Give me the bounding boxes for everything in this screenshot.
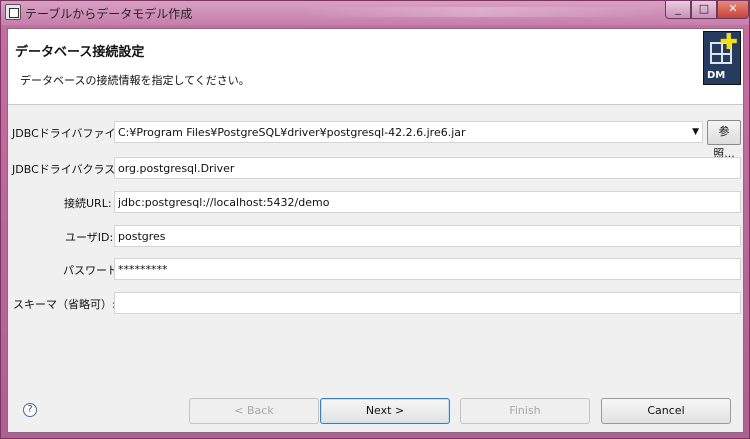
password-label: パスワード: [63, 264, 122, 277]
user-id-row: ユーザID: [8, 225, 743, 249]
wizard-header: データベース接続設定 データベースの接続情報を指定してください。 ✚ DM [8, 29, 743, 105]
schema-label: スキーマ（省略可）: [13, 298, 116, 311]
connection-url-label: 接続URL: [64, 197, 112, 210]
connection-url-input[interactable] [114, 191, 741, 213]
schema-row: スキーマ（省略可）: [8, 292, 743, 316]
browse-button[interactable]: 参照... [707, 120, 741, 160]
data-model-icon-label: DM [707, 70, 726, 81]
help-icon[interactable]: ? [23, 403, 37, 417]
user-id-label: ユーザID: [65, 231, 114, 244]
jdbc-driver-class-label: JDBCドライバクラス名: [12, 163, 131, 176]
back-button[interactable]: < Back [189, 398, 319, 424]
jdbc-driver-file-combo[interactable]: C:¥Program Files¥PostgreSQL¥driver¥postg… [114, 121, 703, 143]
dropdown-arrow-icon[interactable]: ▼ [692, 127, 699, 137]
dialog-window: テーブルからデータモデル作成 _ □ ✕ データベース接続設定 データベースの接… [0, 0, 750, 439]
app-icon [5, 4, 21, 20]
jdbc-driver-class-row: JDBCドライバクラス名: [8, 157, 743, 181]
window-title: テーブルからデータモデル作成 [25, 7, 193, 21]
schema-input[interactable] [114, 292, 741, 314]
cancel-button[interactable]: Cancel [601, 398, 731, 424]
password-row: パスワード: [8, 258, 743, 282]
finish-button[interactable]: Finish [460, 398, 590, 424]
page-description: データベースの接続情報を指定してください。 [20, 74, 250, 87]
data-model-icon: ✚ DM [703, 31, 741, 85]
user-id-input[interactable] [114, 225, 741, 247]
jdbc-driver-file-row: JDBCドライバファイル: C:¥Program Files¥PostgreSQ… [8, 120, 743, 160]
plus-icon: ✚ [719, 30, 738, 55]
jdbc-driver-class-input[interactable] [114, 157, 741, 179]
dialog-client-area: データベース接続設定 データベースの接続情報を指定してください。 ✚ DM JD… [7, 28, 744, 433]
minimize-button[interactable]: _ [665, 1, 691, 19]
next-button[interactable]: Next > [320, 398, 450, 424]
maximize-button[interactable]: □ [691, 1, 717, 19]
jdbc-driver-file-value: C:¥Program Files¥PostgreSQL¥driver¥postg… [118, 126, 466, 139]
close-button[interactable]: ✕ [717, 1, 749, 19]
page-title: データベース接続設定 [15, 45, 145, 60]
connection-url-row: 接続URL: [8, 191, 743, 215]
title-bar[interactable]: テーブルからデータモデル作成 _ □ ✕ [1, 1, 749, 25]
jdbc-driver-file-label: JDBCドライバファイル: [12, 127, 131, 140]
title-bar-background [301, 7, 661, 17]
password-input[interactable] [114, 258, 741, 280]
